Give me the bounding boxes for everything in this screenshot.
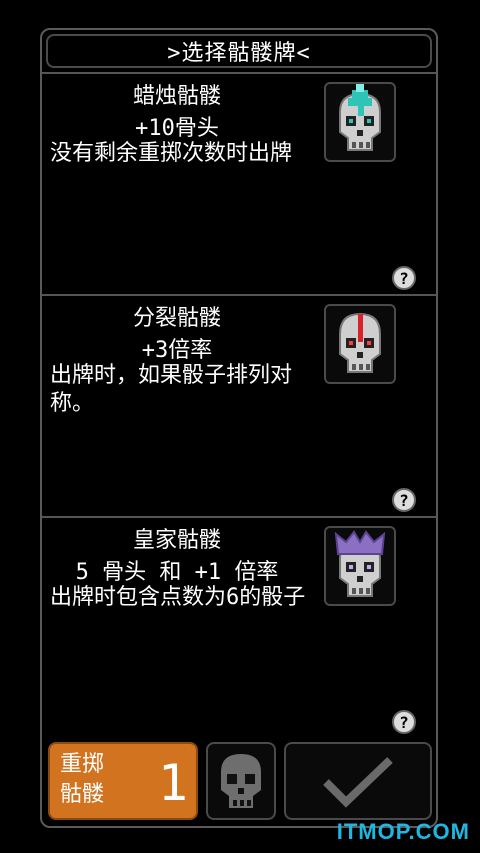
candle-skull-icon — [324, 82, 396, 162]
checkmark-icon — [323, 757, 393, 808]
card-name: 皇家骷髅 — [132, 528, 221, 553]
card-name: 蜡烛骷髅 — [132, 84, 221, 109]
split-skull-icon — [324, 304, 396, 384]
card-effect: +3倍率 — [141, 338, 213, 363]
reroll-skull-button[interactable]: 重掷 骷髅 1 — [48, 742, 198, 820]
skull-card-candle[interactable]: 蜡烛骷髅 +10骨头 没有剩余重掷次数时出牌 ? — [42, 72, 436, 292]
card-effect: +10骨头 — [135, 116, 219, 141]
help-button[interactable]: ? — [392, 266, 416, 290]
skull-button[interactable] — [206, 742, 276, 820]
confirm-button[interactable] — [284, 742, 432, 820]
reroll-count: 1 — [157, 754, 188, 812]
card-description: 出牌时，如果骰子排列对称。 — [50, 363, 293, 416]
page-title-text: >选择骷髅牌< — [167, 41, 311, 66]
help-button[interactable]: ? — [392, 710, 416, 734]
card-description: 出牌时包含点数为6的骰子 — [50, 585, 306, 610]
royal-skull-icon — [324, 526, 396, 606]
card-effect: 5 骨头 和 +1 倍率 — [75, 560, 279, 585]
help-button[interactable]: ? — [392, 488, 416, 512]
card-name: 分裂骷髅 — [132, 306, 221, 331]
skull-icon — [221, 754, 261, 808]
card-description: 没有剩余重掷次数时出牌 — [50, 141, 293, 166]
skull-card-split[interactable]: 分裂骷髅 +3倍率 出牌时，如果骰子排列对称。 ? — [42, 294, 436, 514]
skull-card-royal[interactable]: 皇家骷髅 5 骨头 和 +1 倍率 出牌时包含点数为6的骰子 ? — [42, 516, 436, 736]
watermark-logo: ITMOP.COM — [336, 819, 470, 844]
reroll-label: 重掷 骷髅 — [60, 752, 105, 807]
page-title: >选择骷髅牌< — [46, 34, 432, 68]
